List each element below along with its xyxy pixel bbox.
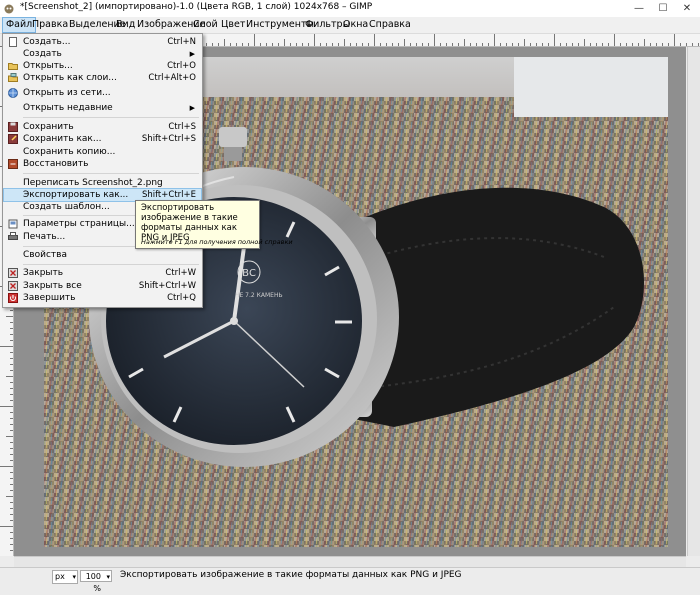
open-as-layers-icon — [8, 73, 18, 82]
close-window-button[interactable]: ✕ — [676, 0, 698, 17]
menu-item-open-recent[interactable]: Открыть недавние ▶ — [4, 102, 201, 114]
close-all-icon — [8, 281, 18, 291]
menu-item-shortcut: Shift+Ctrl+W — [138, 281, 196, 291]
menu-separator — [23, 264, 199, 265]
menu-item-label: Сохранить как... — [23, 134, 102, 144]
menu-item-shortcut: Ctrl+Alt+O — [148, 73, 196, 83]
menu-item-save-copy[interactable]: Сохранить копию... — [4, 146, 201, 158]
menu-item-overwrite[interactable]: Переписать Screenshot_2.png — [4, 177, 201, 189]
page-setup-icon — [8, 219, 18, 229]
close-view-icon — [8, 268, 18, 278]
menu-item-label: Открыть... — [23, 61, 73, 71]
menu-item-open-as-layers[interactable]: Открыть как слои... Ctrl+Alt+O — [4, 72, 201, 84]
menu-item-shortcut: Shift+Ctrl+S — [141, 134, 196, 144]
menu-item-label: Свойства — [23, 250, 67, 260]
quit-icon — [8, 293, 18, 303]
menu-item-label: Завершить — [23, 293, 76, 303]
menu-item-shortcut: Ctrl+O — [167, 61, 196, 71]
menu-item-new[interactable]: Создать... Ctrl+N — [4, 36, 201, 48]
menu-separator — [23, 173, 199, 174]
chevron-down-icon: ▾ — [72, 573, 76, 581]
menu-item-label: Закрыть все — [23, 281, 82, 291]
menu-item-shortcut: Ctrl+S — [168, 122, 196, 132]
minimize-button[interactable]: — — [628, 0, 650, 17]
menu-item-create[interactable]: Создать ▶ — [4, 48, 201, 60]
vertical-scrollbar[interactable] — [687, 47, 700, 556]
new-image-icon — [9, 37, 17, 47]
menu-item-label: Открыть как слои... — [23, 73, 117, 83]
revert-icon — [8, 159, 18, 169]
menu-help[interactable]: Справка — [366, 18, 414, 32]
dial-text: ЧЕ 7.2 КАМЕНЬ — [235, 292, 282, 299]
menu-item-label: Переписать Screenshot_2.png — [23, 178, 163, 188]
chevron-down-icon: ▾ — [106, 573, 110, 581]
unit-value: px — [55, 572, 65, 581]
print-icon — [8, 232, 18, 240]
menu-item-label: Открыть из сети... — [23, 88, 111, 98]
open-folder-icon — [8, 63, 18, 70]
menu-item-open-location[interactable]: Открыть из сети... — [4, 87, 201, 99]
maximize-button[interactable]: ☐ — [652, 0, 674, 17]
tooltip-text: Экспортировать изображение в такие форма… — [141, 203, 238, 243]
menu-item-shortcut: Ctrl+W — [165, 268, 196, 278]
globe-icon — [8, 88, 18, 98]
menu-item-shortcut: Ctrl+Q — [167, 293, 196, 303]
status-bar: px ▾ 100 % ▾ Экспортировать изображение в … — [0, 567, 700, 593]
menu-item-revert[interactable]: Восстановить — [4, 158, 201, 170]
file-menu: Создать... Ctrl+N Создать ▶ Открыть... C… — [2, 33, 203, 308]
submenu-arrow-icon: ▶ — [189, 104, 195, 112]
menu-item-label: Восстановить — [23, 159, 89, 169]
menu-item-label: Параметры страницы... — [23, 219, 135, 229]
menu-item-close-all[interactable]: Закрыть все Shift+Ctrl+W — [4, 280, 201, 292]
export-tooltip: Экспортировать изображение в такие форма… — [135, 200, 293, 249]
menu-item-save[interactable]: Сохранить Ctrl+S — [4, 121, 201, 133]
tooltip-hint: Нажмите F1 для получения полной справки — [141, 238, 293, 246]
menu-edit[interactable]: Правка — [29, 18, 71, 32]
menu-item-close[interactable]: Закрыть Ctrl+W — [4, 267, 201, 279]
unit-select[interactable]: px ▾ — [52, 570, 78, 584]
menu-separator — [23, 117, 199, 118]
zoom-select[interactable]: 100 % ▾ — [80, 570, 112, 593]
title-bar: *[Screenshot_2] (импортировано)-1.0 (Цве… — [0, 0, 700, 18]
menu-item-label: Создать — [23, 49, 62, 59]
dial-logo: ВС — [242, 268, 256, 279]
menu-layer[interactable]: Слой — [190, 18, 221, 32]
menu-item-label: Печать... — [23, 232, 66, 242]
menu-item-save-as[interactable]: Сохранить как... Shift+Ctrl+S — [4, 133, 201, 145]
menu-item-shortcut: Ctrl+N — [167, 37, 196, 47]
menu-item-label: Сохранить копию... — [23, 147, 116, 157]
menu-item-label: Открыть недавние — [23, 103, 113, 113]
menu-item-label: Сохранить — [23, 122, 74, 132]
menu-item-label: Создать шаблон... — [23, 202, 110, 212]
menu-item-quit[interactable]: Завершить Ctrl+Q — [4, 292, 201, 304]
menu-bar: Файл Правка Выделение Вид Изображение Сл… — [0, 17, 700, 34]
menu-item-label: Закрыть — [23, 268, 64, 278]
window-title: *[Screenshot_2] (импортировано)-1.0 (Цве… — [20, 2, 373, 12]
submenu-arrow-icon: ▶ — [189, 50, 195, 58]
menu-item-label: Экспортировать как... — [23, 190, 129, 200]
menu-item-label: Создать... — [23, 37, 71, 47]
save-icon — [8, 122, 18, 132]
zoom-value: 100 % — [85, 572, 101, 593]
status-message: Экспортировать изображение в такие форма… — [120, 570, 462, 580]
menu-item-properties[interactable]: Свойства — [4, 249, 201, 261]
gimp-logo-icon — [4, 4, 14, 14]
save-as-icon — [8, 134, 18, 144]
menu-item-open[interactable]: Открыть... Ctrl+O — [4, 60, 201, 72]
